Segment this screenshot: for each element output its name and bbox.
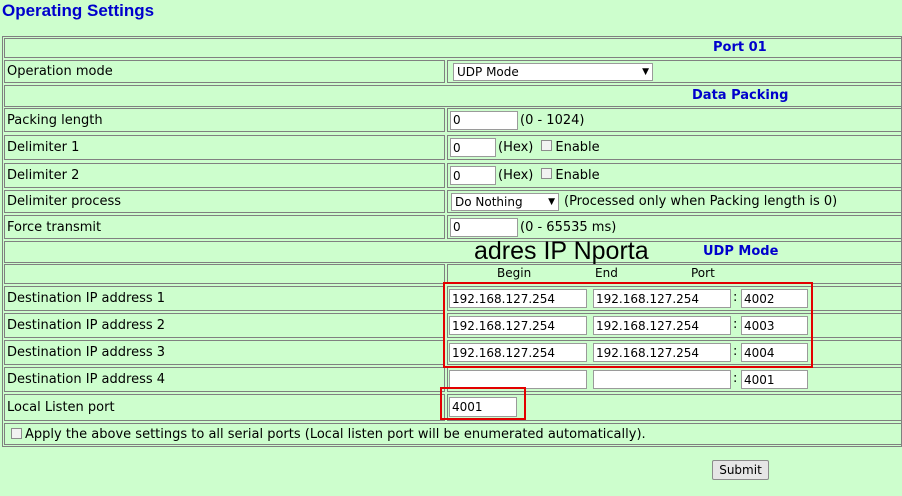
- annotation-text: adres IP Nporta: [474, 237, 649, 265]
- delimiter-process-row: Delimiter process Do Nothing ▼ (Processe…: [4, 190, 902, 213]
- delimiter2-enable-label: Enable: [555, 168, 600, 183]
- operation-mode-row: Operation mode UDP Mode ▼: [4, 60, 902, 83]
- force-transmit-label: Force transmit: [4, 215, 445, 239]
- operation-mode-select[interactable]: UDP Mode ▼: [453, 62, 653, 81]
- delimiter2-enable-checkbox[interactable]: [541, 168, 555, 183]
- submit-button[interactable]: Submit: [712, 460, 769, 480]
- data-packing-header: Data Packing: [692, 88, 789, 103]
- delimiter2-input[interactable]: [450, 166, 496, 185]
- column-end: End: [595, 266, 618, 280]
- udp-column-header-row: [4, 264, 902, 284]
- apply-all-row: Apply the above settings to all serial p…: [4, 423, 902, 445]
- delimiter-process-label: Delimiter process: [4, 190, 445, 213]
- packing-length-input[interactable]: [450, 110, 518, 130]
- delimiter2-row: Delimiter 2 (Hex) Enable: [4, 163, 902, 188]
- delimiter1-row: Delimiter 1 (Hex) Enable: [4, 135, 902, 160]
- packing-length-hint: (0 - 1024): [520, 112, 585, 128]
- delimiter2-hex: (Hex): [498, 168, 534, 183]
- delimiter-process-select[interactable]: Do Nothing ▼: [451, 192, 559, 211]
- destination-end-4[interactable]: [593, 370, 731, 389]
- column-port: Port: [691, 266, 715, 280]
- packing-length-row: Packing length (0 - 1024): [4, 108, 902, 132]
- delimiter1-enable-label: Enable: [555, 140, 600, 155]
- packing-length-label: Packing length: [4, 108, 445, 132]
- delimiter2-label: Delimiter 2: [4, 163, 445, 188]
- delimiter1-label: Delimiter 1: [4, 135, 445, 160]
- udp-mode-header: UDP Mode: [703, 244, 779, 259]
- udp-mode-header-row: UDP Mode: [4, 241, 902, 263]
- delimiter1-enable-checkbox[interactable]: [541, 140, 555, 155]
- destination-label-4: Destination IP address 4: [4, 367, 445, 392]
- delimiter-process-hint: (Processed only when Packing length is 0…: [564, 194, 838, 209]
- chevron-down-icon: ▼: [548, 196, 555, 207]
- delimiter1-hex: (Hex): [498, 140, 534, 155]
- page-title: Operating Settings: [2, 1, 155, 20]
- destination-port-4[interactable]: [741, 370, 808, 389]
- destination-highlight-box: [443, 282, 813, 368]
- local-listen-label: Local Listen port: [4, 394, 445, 421]
- force-transmit-row: Force transmit (0 - 65535 ms): [4, 215, 902, 239]
- force-transmit-input[interactable]: [450, 217, 518, 237]
- operation-mode-label: Operation mode: [4, 60, 445, 83]
- apply-all-checkbox[interactable]: [11, 427, 25, 442]
- column-begin: Begin: [497, 266, 532, 280]
- force-transmit-hint: (0 - 65535 ms): [520, 219, 617, 235]
- destination-label-1: Destination IP address 1: [4, 286, 445, 311]
- local-port-highlight-box: [440, 387, 526, 420]
- apply-all-label: Apply the above settings to all serial p…: [25, 426, 646, 442]
- port-header: Port 01: [713, 40, 767, 55]
- destination-label-2: Destination IP address 2: [4, 313, 445, 338]
- data-packing-header-row: Data Packing: [4, 85, 902, 107]
- chevron-down-icon: ▼: [642, 66, 649, 77]
- destination-label-3: Destination IP address 3: [4, 340, 445, 365]
- delimiter1-input[interactable]: [450, 138, 496, 157]
- port-header-row: Port 01: [4, 38, 902, 58]
